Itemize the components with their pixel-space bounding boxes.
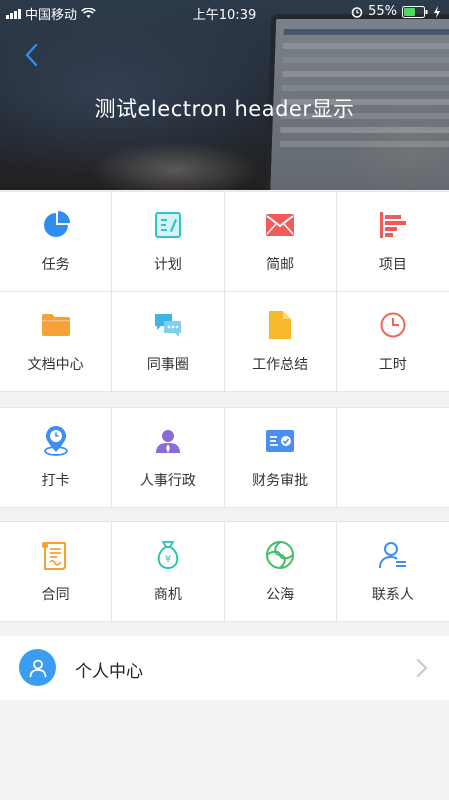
module-label: 计划 [153, 256, 182, 273]
module-label: 项目 [378, 256, 407, 273]
module-label: 联系人 [371, 586, 414, 603]
contact-icon [378, 541, 406, 568]
location-clock-icon [43, 425, 68, 456]
pie-chart-icon [43, 210, 70, 237]
module-grid-main: 任务 计划 简邮 项目 文档中心 同事圈 工作总结 工时 [0, 191, 449, 392]
module-clock-in[interactable]: 打卡 [0, 408, 113, 508]
module-work-hours[interactable]: 工时 [336, 292, 449, 392]
module-finance-approval[interactable]: 财务审批 [224, 408, 337, 508]
personal-center-row[interactable]: 个人中心 [0, 636, 449, 700]
svg-text:¥: ¥ [165, 554, 171, 565]
module-hr-admin[interactable]: 人事行政 [112, 408, 225, 508]
chevron-left-icon [25, 43, 38, 67]
mail-icon [266, 213, 295, 236]
module-label: 打卡 [41, 472, 70, 489]
module-project[interactable]: 项目 [336, 192, 449, 292]
module-label: 简邮 [266, 256, 295, 273]
finance-card-icon [266, 429, 295, 452]
chevron-right-icon [417, 659, 427, 677]
module-label: 文档中心 [27, 356, 84, 373]
module-label: 人事行政 [139, 472, 196, 489]
status-bar: 中国移动 上午10:39 55% [0, 0, 449, 24]
module-contract[interactable]: 合同 [0, 522, 113, 622]
module-label: 任务 [41, 256, 70, 273]
empty-slot [336, 408, 449, 508]
module-grid-admin: 打卡 人事行政 财务审批 [0, 407, 449, 508]
avatar-icon [29, 659, 46, 677]
module-label: 公海 [266, 586, 295, 603]
battery-percent: 55% [368, 4, 397, 19]
module-label: 工时 [378, 356, 407, 373]
module-label: 同事圈 [146, 356, 189, 373]
plan-edit-icon [154, 211, 181, 238]
module-work-summary[interactable]: 工作总结 [224, 292, 337, 392]
personal-center-label: 个人中心 [75, 662, 143, 682]
project-bars-icon [379, 211, 406, 238]
charging-icon [434, 5, 440, 18]
swirl-icon [266, 540, 295, 569]
money-bag-icon: ¥ [157, 540, 179, 569]
folder-icon [41, 313, 70, 336]
module-label: 工作总结 [252, 356, 309, 373]
module-public-sea[interactable]: 公海 [224, 522, 337, 622]
person-icon [155, 429, 180, 453]
back-button[interactable] [18, 40, 48, 70]
avatar [19, 649, 56, 686]
contract-scroll-icon [41, 541, 66, 570]
battery-icon [402, 5, 428, 18]
module-task[interactable]: 任务 [0, 192, 113, 292]
module-grid-crm: 合同 ¥ 商机 公海 联系人 [0, 521, 449, 622]
page-title: 测试electron header显示 [94, 97, 355, 121]
alarm-icon [351, 6, 363, 18]
module-moments[interactable]: 同事圈 [112, 292, 225, 392]
module-label: 财务审批 [252, 472, 309, 489]
chat-bubbles-icon [154, 313, 181, 337]
document-icon [269, 310, 292, 339]
module-opportunity[interactable]: ¥ 商机 [112, 522, 225, 622]
module-label: 商机 [153, 586, 182, 603]
module-label: 合同 [41, 586, 70, 603]
module-mail[interactable]: 简邮 [224, 192, 337, 292]
clock-icon [380, 312, 406, 337]
module-plan[interactable]: 计划 [112, 192, 225, 292]
module-documents[interactable]: 文档中心 [0, 292, 113, 392]
module-contacts[interactable]: 联系人 [336, 522, 449, 622]
